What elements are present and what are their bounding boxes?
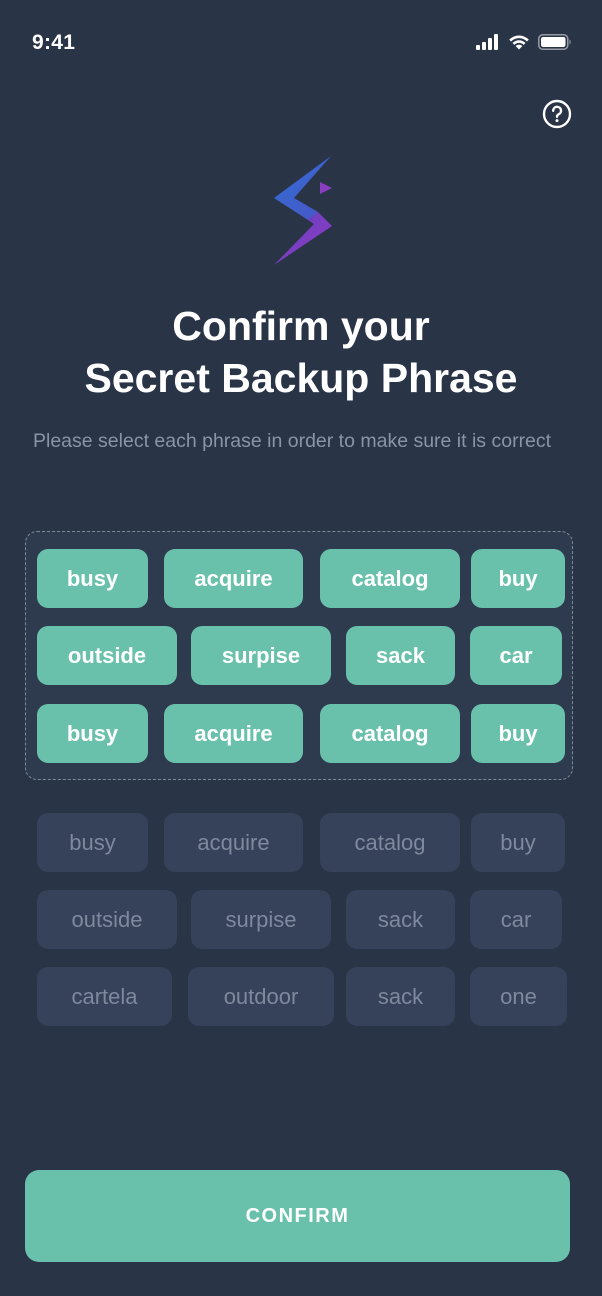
word-option-chip[interactable]: outdoor	[188, 967, 334, 1026]
question-circle-icon	[542, 99, 572, 129]
instructions-text: Please select each phrase in order to ma…	[33, 430, 552, 452]
selected-word-chip[interactable]: catalog	[320, 549, 460, 608]
selected-word-chip[interactable]: catalog	[320, 704, 460, 763]
cellular-signal-icon	[476, 34, 498, 50]
selected-word-chip[interactable]: buy	[471, 704, 565, 763]
word-option-chip[interactable]: one	[470, 967, 567, 1026]
status-bar: 9:41	[0, 0, 602, 88]
word-option-chip[interactable]: buy	[471, 813, 565, 872]
title-line-1: Confirm your	[172, 303, 430, 349]
word-option-chip[interactable]: catalog	[320, 813, 460, 872]
wifi-icon	[509, 35, 529, 50]
selected-word-chip[interactable]: buy	[471, 549, 565, 608]
help-button[interactable]	[542, 99, 572, 129]
selected-word-chip[interactable]: acquire	[164, 549, 303, 608]
status-icons	[476, 34, 572, 50]
selected-word-chip[interactable]: surpise	[191, 626, 331, 685]
word-option-chip[interactable]: sack	[346, 890, 455, 949]
app-logo	[274, 156, 332, 265]
word-option-chip[interactable]: busy	[37, 813, 148, 872]
word-option-chip[interactable]: sack	[346, 967, 455, 1026]
selected-word-chip[interactable]: acquire	[164, 704, 303, 763]
title-line-2: Secret Backup Phrase	[84, 355, 518, 401]
selected-word-chip[interactable]: sack	[346, 626, 455, 685]
word-option-chip[interactable]: surpise	[191, 890, 331, 949]
word-option-chip[interactable]: outside	[37, 890, 177, 949]
selected-word-chip[interactable]: busy	[37, 549, 148, 608]
confirm-button[interactable]: CONFIRM	[25, 1170, 570, 1262]
word-option-chip[interactable]: car	[470, 890, 562, 949]
selected-word-chip[interactable]: car	[470, 626, 562, 685]
selected-word-chip[interactable]: outside	[37, 626, 177, 685]
page-title: Confirm your Secret Backup Phrase	[0, 300, 602, 404]
word-option-chip[interactable]: cartela	[37, 967, 172, 1026]
battery-icon	[538, 34, 571, 50]
word-option-chip[interactable]: acquire	[164, 813, 303, 872]
selected-word-chip[interactable]: busy	[37, 704, 148, 763]
status-time: 9:41	[32, 31, 76, 54]
